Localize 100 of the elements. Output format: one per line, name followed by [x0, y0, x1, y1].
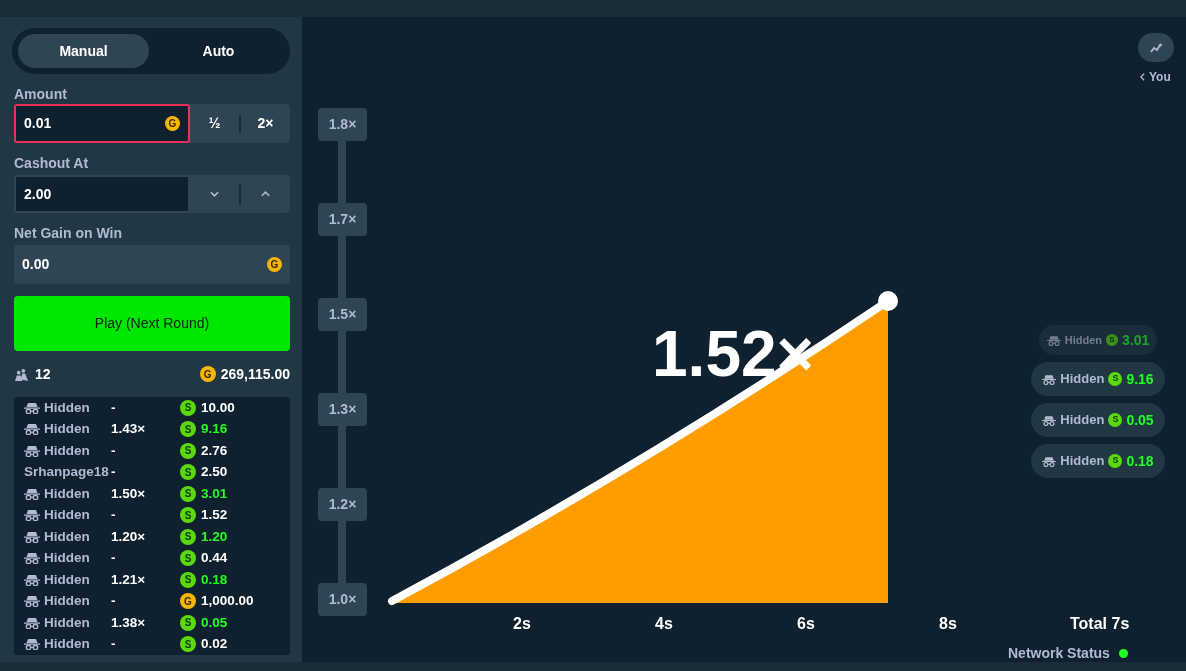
player-name: Hidden: [44, 420, 90, 439]
multiplier-value: -: [111, 398, 117, 417]
incognito-icon: [1042, 455, 1057, 467]
y-axis-label: 1.3×: [318, 393, 367, 426]
mode-tab[interactable]: Auto: [153, 34, 284, 68]
amount-button[interactable]: ½: [190, 104, 239, 143]
multiplier-value: -: [111, 506, 117, 525]
network-status-label: Network Status: [1008, 644, 1110, 663]
player-name: Hidden: [44, 484, 90, 503]
multiplier-value: -: [111, 463, 117, 482]
y-axis-label: 1.0×: [318, 583, 367, 616]
coin-icon: G: [199, 366, 216, 382]
x-axis-label: 6s: [797, 614, 816, 634]
multiplier-value: 1.38×: [111, 613, 147, 632]
bet-amount: 0.05: [201, 613, 228, 632]
coin-icon: S: [180, 421, 196, 438]
total-time: Total 7s: [1070, 614, 1130, 634]
field-label: Net Gain on Win: [14, 224, 123, 243]
multiplier-value: 1.21×: [111, 570, 147, 589]
coin-icon: S: [180, 399, 196, 416]
coin-icon: S: [180, 507, 196, 524]
coin-icon: S: [1108, 413, 1123, 427]
bet-amount: 10.00: [201, 398, 235, 417]
cashout-amount: 0.05: [1126, 410, 1154, 430]
multiplier-value: 1.20×: [111, 527, 147, 546]
y-axis-label: 1.8×: [318, 108, 367, 141]
current-multiplier: 1.52×: [652, 322, 814, 386]
coin-icon: S: [180, 464, 196, 481]
multiplier-value: 1.43×: [111, 420, 147, 439]
amount-button[interactable]: 2×: [241, 104, 290, 143]
incognito-icon: [1042, 373, 1057, 385]
cashout-input[interactable]: 2.00: [14, 175, 190, 213]
chevron-down-icon: [210, 191, 219, 197]
bet-amount: 2.50: [201, 463, 228, 482]
trend-icon: [1150, 42, 1162, 53]
you-link[interactable]: You: [1140, 68, 1171, 86]
coin-icon: S: [180, 442, 196, 459]
input-value: 0.01: [24, 114, 52, 133]
coin-icon: S: [180, 636, 196, 653]
bet-amount: 3.01: [201, 484, 228, 503]
mode-tab[interactable]: Manual: [18, 34, 149, 68]
player-name: Hidden: [44, 398, 90, 417]
coin-icon: S: [180, 528, 196, 545]
incognito-icon: [1046, 334, 1061, 346]
multiplier-value: -: [111, 592, 117, 611]
player-name: Hidden: [1060, 370, 1105, 389]
coin-icon: S: [1108, 454, 1123, 468]
x-axis-label: 2s: [513, 614, 532, 634]
player-name: Hidden: [44, 506, 90, 525]
coin-icon: S: [180, 571, 196, 588]
player-name: Hidden: [1064, 332, 1102, 348]
bet-amount: 2.76: [201, 441, 228, 460]
bet-amount: 1.20: [201, 527, 228, 546]
coin-icon: G: [267, 257, 282, 272]
play-button[interactable]: Play (Next Round): [14, 296, 290, 351]
player-name: Srhanpage18: [24, 463, 109, 482]
bet-amount: 9.16: [201, 420, 228, 439]
player-name: Hidden: [44, 441, 90, 460]
players-icon: [14, 367, 29, 381]
coin-icon: G: [180, 593, 196, 610]
multiplier-value: -: [111, 549, 117, 568]
coin-icon: S: [1106, 334, 1118, 346]
chevron-up-icon: [261, 191, 270, 197]
coin-icon: S: [180, 550, 196, 567]
total-amount: 269,115.00: [220, 364, 290, 384]
y-axis-label: 1.7×: [318, 203, 367, 236]
player-name: Hidden: [44, 635, 90, 654]
bet-amount: 1,000.00: [201, 592, 254, 611]
bet-amount: 0.02: [201, 635, 228, 654]
player-name: Hidden: [44, 570, 90, 589]
incognito-icon: [1042, 414, 1057, 426]
player-name: Hidden: [44, 527, 90, 546]
y-axis-label: 1.5×: [318, 298, 367, 331]
multiplier-value: -: [111, 635, 117, 654]
y-axis-label: 1.2×: [318, 488, 367, 521]
field-label: Amount: [14, 85, 68, 104]
bet-amount: 0.44: [201, 549, 228, 568]
coin-icon: G: [165, 116, 180, 131]
player-name: Hidden: [44, 592, 90, 611]
field-label: Cashout At: [14, 154, 90, 173]
player-count: 12: [35, 364, 51, 384]
field-value: 0.00: [22, 255, 50, 274]
multiplier-value: -: [111, 441, 117, 460]
amount-input[interactable]: 0.01 G: [14, 104, 190, 143]
coin-icon: S: [180, 614, 196, 631]
cashout-amount: 0.18: [1126, 451, 1154, 471]
multiplier-value: 1.50×: [111, 484, 147, 503]
player-name: Hidden: [1060, 452, 1105, 471]
chart-toggle-button[interactable]: [1138, 33, 1174, 62]
player-name: Hidden: [44, 613, 90, 632]
player-name: Hidden: [44, 549, 90, 568]
player-name: Hidden: [1060, 411, 1105, 430]
coin-icon: S: [180, 485, 196, 502]
coin-icon: S: [1108, 372, 1123, 386]
cashout-amount: 9.16: [1126, 369, 1154, 389]
bet-amount: 1.52: [201, 506, 228, 525]
chevron-left-icon: [1140, 73, 1145, 81]
cashout-amount: 3.01: [1122, 330, 1150, 350]
bet-amount: 0.18: [201, 570, 228, 589]
x-axis-label: 4s: [655, 614, 674, 634]
